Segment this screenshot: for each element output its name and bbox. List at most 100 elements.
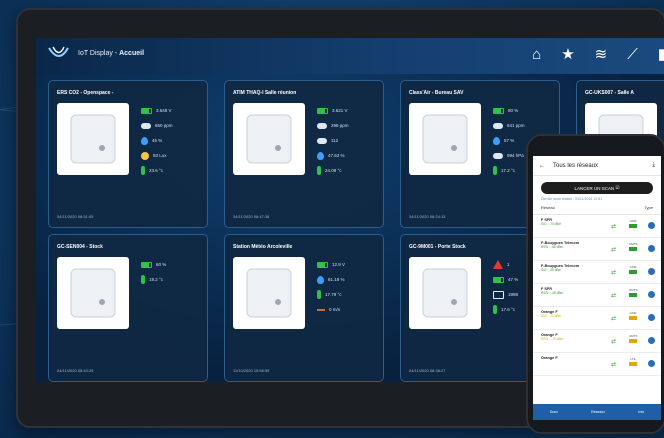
network-row[interactable]: Orange F ⇄ LTE <box>533 353 661 376</box>
transfer-icon: ⇄ <box>611 362 617 368</box>
metrics-list: 3.621 V 298 ppm 112 47.53 % 24.08 °c <box>317 103 349 178</box>
co2-icon <box>141 122 151 129</box>
device-card[interactable]: ERS CO2 - Openspace - 3.648 V 650 ppm 45 % 9… <box>48 80 208 228</box>
metric-value: 12.9 V <box>332 262 346 267</box>
app-title: IoT Display - Accueil <box>78 50 145 57</box>
transfer-icon: ⇄ <box>611 339 617 345</box>
metric-value: 60 % <box>156 262 167 267</box>
network-type: GSM <box>629 265 637 274</box>
battery-icon <box>141 107 152 114</box>
metric-value: 1998 <box>508 292 519 297</box>
metric-value: 17.2 °c <box>501 168 516 173</box>
network-row[interactable]: Orange F SIG : -73 dBm ⇄ GSM <box>533 307 661 330</box>
voc-icon <box>317 137 327 144</box>
metric-value: 80 % <box>508 108 519 113</box>
phone-header-title: Tous les réseaux <box>553 162 599 169</box>
light-icon <box>141 151 149 160</box>
metric-value: 19.2 °c <box>149 277 164 282</box>
metric-value: 47.53 % <box>328 153 345 158</box>
info-icon[interactable] <box>648 291 655 298</box>
metric-wind: 0 m/s <box>317 302 345 317</box>
co2-icon <box>493 122 503 129</box>
metric-co2: 650 ppm <box>141 118 173 133</box>
info-icon[interactable] <box>648 245 655 252</box>
device-name: GC-SEN004 - Stock <box>57 244 103 250</box>
info-icon[interactable] <box>648 314 655 321</box>
metric-battery: 80 % <box>493 103 525 118</box>
device-image <box>409 103 481 175</box>
network-row[interactable]: F SFR SIG : -70 dBm ⇄ GSM <box>533 215 661 238</box>
transfer-icon: ⇄ <box>611 270 617 276</box>
app-logo <box>48 46 69 57</box>
hours-icon <box>493 290 504 299</box>
metric-light: 93 Lux <box>141 148 173 163</box>
metric-value: 994 hPa <box>507 153 524 158</box>
metric-value: 93 Lux <box>153 153 167 158</box>
device-image <box>57 257 129 329</box>
network-row[interactable]: F-Bouygues Telecom SIG : -55 dBm ⇄ GSM <box>533 261 661 284</box>
last-update-date: 04/11/2020 08:51:05 <box>57 214 94 219</box>
device-card[interactable]: ATIM THAQ-I Salle réunion 3.621 V 298 ppm 1… <box>224 80 384 228</box>
metric-battery: 60 % <box>141 257 166 272</box>
bottom-nav-item[interactable]: Réseaux <box>591 410 605 414</box>
back-arrow-icon[interactable]: ← <box>539 163 545 169</box>
chart-icon[interactable]: ⟋ <box>627 46 638 64</box>
bottom-nav-item[interactable]: Info <box>638 410 644 414</box>
device-card[interactable]: Station Météo Arcoleville 12.9 V 61.18 % 17… <box>224 234 384 382</box>
device-name: GC-UKS007 - Salle A <box>585 90 634 96</box>
wind-icon <box>317 308 325 311</box>
last-update-date: 04/11/2020 08:24:13 <box>409 214 446 219</box>
transfer-icon: ⇄ <box>611 224 617 230</box>
phone-frame: ← Tous les réseaux ⤓ LANCER UN SCAN ☑ De… <box>526 134 664 434</box>
metric-humidity: 57 % <box>493 133 525 148</box>
metric-value: 541 ppm <box>507 123 525 128</box>
metrics-list: 3.648 V 650 ppm 45 % 93 Lux 23.6 °c <box>141 103 173 178</box>
bottom-nav-item[interactable]: Scan <box>550 410 558 414</box>
network-row[interactable]: F SFR RSSI : -49 dBm ⇄ UMTS <box>533 284 661 307</box>
temperature-icon <box>493 305 497 314</box>
metric-alarm: 1 <box>493 257 518 272</box>
metric-humidity: 45 % <box>141 133 173 148</box>
metrics-list: 12.9 V 61.18 % 17.79 °c 0 m/s <box>317 257 345 317</box>
metrics-list: 1 47 % 1998 17.6 °c <box>493 257 518 317</box>
co2-icon <box>317 122 327 129</box>
network-type: UMTS <box>629 288 638 297</box>
metric-value: 17.6 °c <box>501 307 516 312</box>
info-icon[interactable] <box>648 222 655 229</box>
trash-icon[interactable]: ▮ <box>658 46 664 64</box>
metric-temperature: 23.6 °c <box>141 163 173 178</box>
metric-value: 298 ppm <box>331 123 349 128</box>
info-icon[interactable] <box>648 337 655 344</box>
network-table-header: Réseau Type <box>533 201 661 215</box>
metrics-list: 80 % 541 ppm 57 % 994 hPa 17.2 °c <box>493 103 525 178</box>
device-name: ERS CO2 - Openspace - <box>57 90 114 96</box>
humidity-icon <box>493 136 500 145</box>
home-icon[interactable]: ⌂ <box>532 46 541 64</box>
star-icon[interactable]: ★ <box>561 46 574 64</box>
temperature-icon <box>141 275 145 284</box>
device-name: Class'Air - Bureau SAV <box>409 90 464 96</box>
info-icon[interactable] <box>648 360 655 367</box>
metric-value: 0 m/s <box>329 307 341 312</box>
pressure-icon <box>493 152 503 159</box>
metric-temperature: 17.79 °c <box>317 287 345 302</box>
info-icon[interactable] <box>648 268 655 275</box>
col-type: Type <box>644 205 653 210</box>
phone-bottom-nav: Scan Réseaux Info <box>533 404 661 420</box>
metric-value: 17.79 °c <box>325 292 342 297</box>
device-card[interactable]: GC-SEN004 - Stock 60 % 19.2 °c 04/11/2020 0… <box>48 234 208 382</box>
battery-icon <box>317 107 328 114</box>
device-image <box>233 257 305 329</box>
device-name: GC-9M001 - Porte Stock <box>409 244 466 250</box>
phone-header: ← Tous les réseaux ⤓ <box>533 156 661 176</box>
metric-value: 3.621 V <box>332 108 348 113</box>
device-image <box>233 103 305 175</box>
metric-value: 45 % <box>152 138 163 143</box>
alarm-icon <box>493 260 503 269</box>
layers-icon[interactable]: ≋ <box>595 46 608 64</box>
network-row[interactable]: Orange F RSSI : -78 dBm ⇄ UMTS <box>533 330 661 353</box>
network-row[interactable]: F-Bouygues Telecom RSSI : -66 dBm ⇄ UMTS <box>533 238 661 261</box>
download-icon[interactable]: ⤓ <box>652 162 655 169</box>
scan-button[interactable]: LANCER UN SCAN ☑ <box>541 182 653 194</box>
metric-value: 61.18 % <box>328 277 345 282</box>
